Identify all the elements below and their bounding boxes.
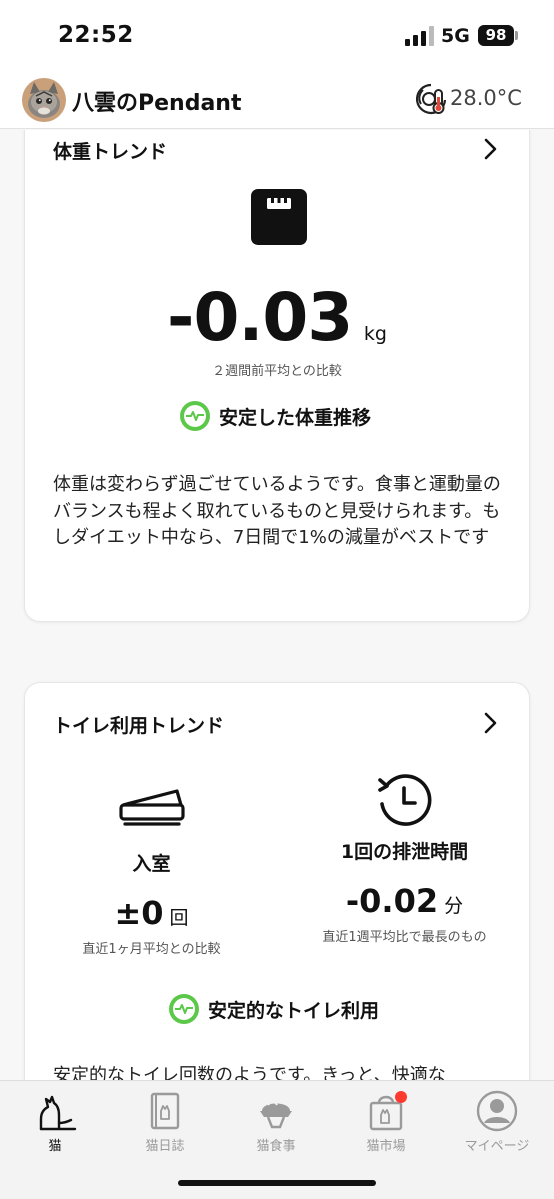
entry-value: ±0 回 <box>25 894 278 932</box>
stable-heartbeat-icon <box>180 401 210 431</box>
history-clock-icon <box>377 774 431 826</box>
entry-unit: 回 <box>169 907 189 929</box>
weight-scale-icon <box>251 189 307 245</box>
toilet-card-title: トイレ利用トレンド <box>53 715 225 737</box>
notification-badge <box>395 1091 407 1103</box>
battery-tip <box>515 31 518 40</box>
tab-mypage[interactable]: マイページ <box>442 1089 552 1154</box>
journal-icon <box>150 1092 180 1130</box>
status-time: 22:52 <box>58 22 134 48</box>
entry-number: ±0 <box>114 894 164 932</box>
toilet-entry-stat: 入室 ±0 回 直近1ヶ月平均との比較 <box>25 783 278 957</box>
toilet-duration-stat: 1回の排泄時間 -0.02 分 直近1週平均比で最長のもの <box>278 774 531 945</box>
weight-card-title: 体重トレンド <box>53 141 168 163</box>
duration-number: -0.02 <box>345 882 439 920</box>
tab-label: 猫 <box>48 1139 62 1154</box>
duration-label: 1回の排泄時間 <box>340 841 469 863</box>
home-indicator <box>178 1180 376 1186</box>
weight-change-value: -0.03 kg <box>25 279 529 356</box>
stable-heartbeat-icon <box>169 994 199 1024</box>
entry-label: 入室 <box>132 853 171 875</box>
weight-comparison-caption: ２週間前平均との比較 <box>212 364 342 379</box>
tab-label: 猫市場 <box>366 1139 406 1154</box>
food-bowl-icon <box>260 1101 292 1129</box>
weight-unit: kg <box>363 323 387 345</box>
chevron-right-icon[interactable] <box>481 711 499 735</box>
network-label: 5G <box>441 25 470 47</box>
tab-label: 猫食事 <box>256 1139 296 1154</box>
litter-box-icon <box>118 789 185 826</box>
person-icon <box>476 1090 518 1132</box>
duration-caption: 直近1週平均比で最長のもの <box>322 930 487 945</box>
status-bar: 22:52 5G 98 <box>0 0 554 72</box>
weight-change-number: -0.03 <box>167 279 353 356</box>
weight-trend-card[interactable]: 体重トレンド -0.03 kg ２週間前平均との比較 安定した体重推移 体重は変… <box>24 130 530 622</box>
weight-status: 安定した体重推移 <box>179 400 371 432</box>
tab-market[interactable]: 猫市場 <box>331 1089 441 1154</box>
toilet-description: 安定的なトイレ回数のようです。きっと、快適な <box>53 1065 446 1080</box>
shopping-bag-icon <box>369 1091 407 1131</box>
chevron-right-icon[interactable] <box>481 137 499 161</box>
entry-caption: 直近1ヶ月平均との比較 <box>82 942 221 957</box>
temperature-value: 28.0°C <box>450 86 522 110</box>
tab-journal[interactable]: 猫日誌 <box>110 1089 220 1154</box>
toilet-status: 安定的なトイレ利用 <box>168 993 379 1025</box>
pet-name[interactable]: 八雲のPendant <box>72 85 241 117</box>
signal-icon <box>405 26 434 46</box>
tab-label: マイページ <box>464 1139 530 1154</box>
tab-label: 猫日誌 <box>145 1139 185 1154</box>
app-header: 八雲のPendant 28.0°C <box>0 72 554 129</box>
cat-icon <box>39 1095 77 1131</box>
toilet-status-label: 安定的なトイレ利用 <box>208 999 380 1022</box>
avatar[interactable] <box>22 78 66 122</box>
weight-status-label: 安定した体重推移 <box>219 406 372 429</box>
toilet-trend-card[interactable]: トイレ利用トレンド 入室 ±0 回 直近1ヶ月平均との比較 1回の排泄時間 -0.… <box>24 682 530 1080</box>
duration-value: -0.02 分 <box>278 882 531 920</box>
duration-unit: 分 <box>444 895 464 917</box>
tab-cat[interactable]: 猫 <box>0 1089 110 1154</box>
device-thermometer-icon[interactable] <box>413 82 449 118</box>
main-content[interactable]: 体重トレンド -0.03 kg ２週間前平均との比較 安定した体重推移 体重は変… <box>0 130 554 1080</box>
battery-icon: 98 <box>478 25 514 46</box>
weight-description: 体重は変わらず過ごせているようです。食事と運動量のバランスも程よく取れているもの… <box>53 474 501 548</box>
tab-food[interactable]: 猫食事 <box>221 1089 331 1154</box>
cat-avatar-icon <box>22 78 66 122</box>
